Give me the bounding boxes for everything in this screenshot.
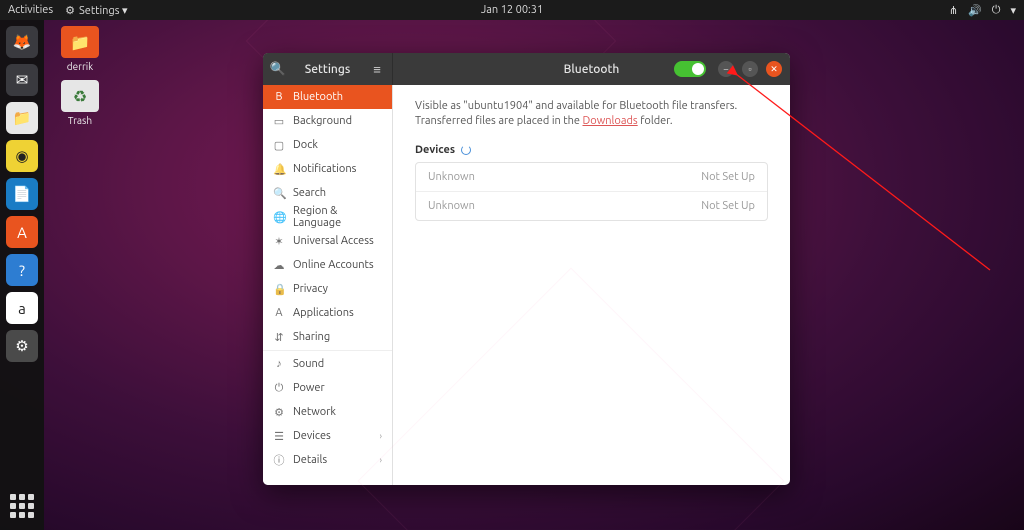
dock-icon: ▢ <box>273 139 285 152</box>
sidebar-item-details[interactable]: ⓘ Details › <box>263 448 392 472</box>
bluetooth-icon: B <box>273 91 285 103</box>
sidebar-item-label: Details <box>293 454 327 466</box>
network-status-icon[interactable]: ⋔ <box>949 4 958 17</box>
background-icon: ▭ <box>273 115 285 128</box>
activities-button[interactable]: Activities <box>8 4 53 16</box>
sidebar-item-region-language[interactable]: 🌐 Region & Language <box>263 205 392 229</box>
region-language-icon: 🌐 <box>273 211 285 224</box>
sidebar-title: Settings <box>293 63 362 76</box>
search-icon[interactable]: 🔍 <box>263 53 293 85</box>
settings-sidebar: B Bluetooth ▭ Background ▢ Dock 🔔 Notifications… <box>263 85 393 485</box>
show-applications-icon[interactable] <box>8 492 36 520</box>
downloads-link[interactable]: Downloads <box>583 115 638 127</box>
bluetooth-description: Visible as "ubuntu1904" and available fo… <box>415 99 768 130</box>
sidebar-item-network[interactable]: ⚙ Network <box>263 400 392 424</box>
sidebar-item-dock[interactable]: ▢ Dock <box>263 133 392 157</box>
sidebar-item-label: Sound <box>293 358 324 370</box>
launcher-dock: 🦊 ✉ 📁 ◉ 📄 A? a ⚙ <box>0 20 44 530</box>
sidebar-item-power[interactable]: ⏻ Power <box>263 376 392 400</box>
volume-status-icon[interactable]: 🔊 <box>968 4 982 17</box>
device-name: Unknown <box>428 171 475 183</box>
privacy-icon: 🔒 <box>273 283 285 296</box>
settings-icon[interactable]: ⚙ <box>6 330 38 362</box>
power-icon: ⏻ <box>273 382 285 395</box>
window-titlebar: 🔍 Settings ≡ Bluetooth – ▫ ✕ <box>263 53 790 85</box>
devices-icon: ☰ <box>273 430 285 443</box>
sidebar-item-online-accounts[interactable]: ☁ Online Accounts <box>263 253 392 277</box>
sidebar-item-bluetooth[interactable]: B Bluetooth <box>263 85 392 109</box>
chevron-right-icon: › <box>379 431 382 441</box>
notifications-icon: 🔔 <box>273 163 285 176</box>
sidebar-item-label: Privacy <box>293 283 328 295</box>
thunderbird-icon[interactable]: ✉ <box>6 64 38 96</box>
network-icon: ⚙ <box>273 406 285 419</box>
sidebar-item-privacy[interactable]: 🔒 Privacy <box>263 277 392 301</box>
device-name: Unknown <box>428 200 475 212</box>
window-maximize-button[interactable]: ▫ <box>742 61 758 77</box>
window-minimize-button[interactable]: – <box>718 61 734 77</box>
device-row[interactable]: Unknown Not Set Up <box>416 191 767 220</box>
system-menu-chevron-icon[interactable]: ▾ <box>1010 4 1016 17</box>
device-list: Unknown Not Set Up Unknown Not Set Up <box>415 162 768 221</box>
sidebar-item-sharing[interactable]: ⇵ Sharing <box>263 325 392 349</box>
desktop-folder-derrik[interactable]: 📁 derrik <box>54 26 106 72</box>
sidebar-item-label: Background <box>293 115 352 127</box>
sidebar-item-label: Power <box>293 382 325 394</box>
settings-window: 🔍 Settings ≡ Bluetooth – ▫ ✕ B Bluetooth ▭… <box>263 53 790 485</box>
sidebar-item-label: Universal Access <box>293 235 374 247</box>
power-status-icon[interactable]: ⏻ <box>992 4 1001 17</box>
desktop-trash[interactable]: ♻ Trash <box>54 80 106 126</box>
clock[interactable]: Jan 12 00:31 <box>0 4 1024 16</box>
universal-access-icon: ✶ <box>273 235 285 248</box>
online-accounts-icon: ☁ <box>273 259 285 272</box>
search-icon: 🔍 <box>273 187 285 200</box>
details-icon: ⓘ <box>273 452 285 468</box>
spinner-icon <box>461 145 471 155</box>
sidebar-item-search[interactable]: 🔍 Search <box>263 181 392 205</box>
amazon-icon[interactable]: a <box>6 292 38 324</box>
sidebar-item-label: Notifications <box>293 163 356 175</box>
device-status: Not Set Up <box>701 171 755 183</box>
sound-icon: ♪ <box>273 358 285 370</box>
sidebar-item-label: Applications <box>293 307 354 319</box>
software-icon[interactable]: A <box>6 216 38 248</box>
files-icon[interactable]: 📁 <box>6 102 38 134</box>
bluetooth-panel: Visible as "ubuntu1904" and available fo… <box>393 85 790 485</box>
sidebar-item-label: Dock <box>293 139 318 151</box>
chevron-right-icon: › <box>379 455 382 465</box>
appmenu-settings[interactable]: ⚙Settings ▾ <box>65 4 127 17</box>
sidebar-item-sound[interactable]: ♪ Sound <box>263 352 392 376</box>
devices-heading: Devices <box>415 144 455 156</box>
bluetooth-toggle[interactable] <box>674 61 706 77</box>
sidebar-item-label: Network <box>293 406 336 418</box>
sidebar-item-notifications[interactable]: 🔔 Notifications <box>263 157 392 181</box>
sharing-icon: ⇵ <box>273 331 285 344</box>
sidebar-item-applications[interactable]: A Applications <box>263 301 392 325</box>
sidebar-item-label: Devices <box>293 430 331 442</box>
sidebar-item-universal-access[interactable]: ✶ Universal Access <box>263 229 392 253</box>
sidebar-item-label: Region & Language <box>293 205 382 229</box>
writer-icon[interactable]: 📄 <box>6 178 38 210</box>
device-status: Not Set Up <box>701 200 755 212</box>
sidebar-item-devices[interactable]: ☰ Devices › <box>263 424 392 448</box>
device-row[interactable]: Unknown Not Set Up <box>416 163 767 191</box>
help-icon[interactable]: ? <box>6 254 38 286</box>
sidebar-item-background[interactable]: ▭ Background <box>263 109 392 133</box>
rhythmbox-icon[interactable]: ◉ <box>6 140 38 172</box>
hamburger-menu-icon[interactable]: ≡ <box>362 53 392 85</box>
firefox-icon[interactable]: 🦊 <box>6 26 38 58</box>
applications-icon: A <box>273 307 285 319</box>
sidebar-item-label: Search <box>293 187 326 199</box>
sidebar-item-label: Sharing <box>293 331 330 343</box>
sidebar-item-label: Bluetooth <box>293 91 343 103</box>
sidebar-item-label: Online Accounts <box>293 259 374 271</box>
window-close-button[interactable]: ✕ <box>766 61 782 77</box>
